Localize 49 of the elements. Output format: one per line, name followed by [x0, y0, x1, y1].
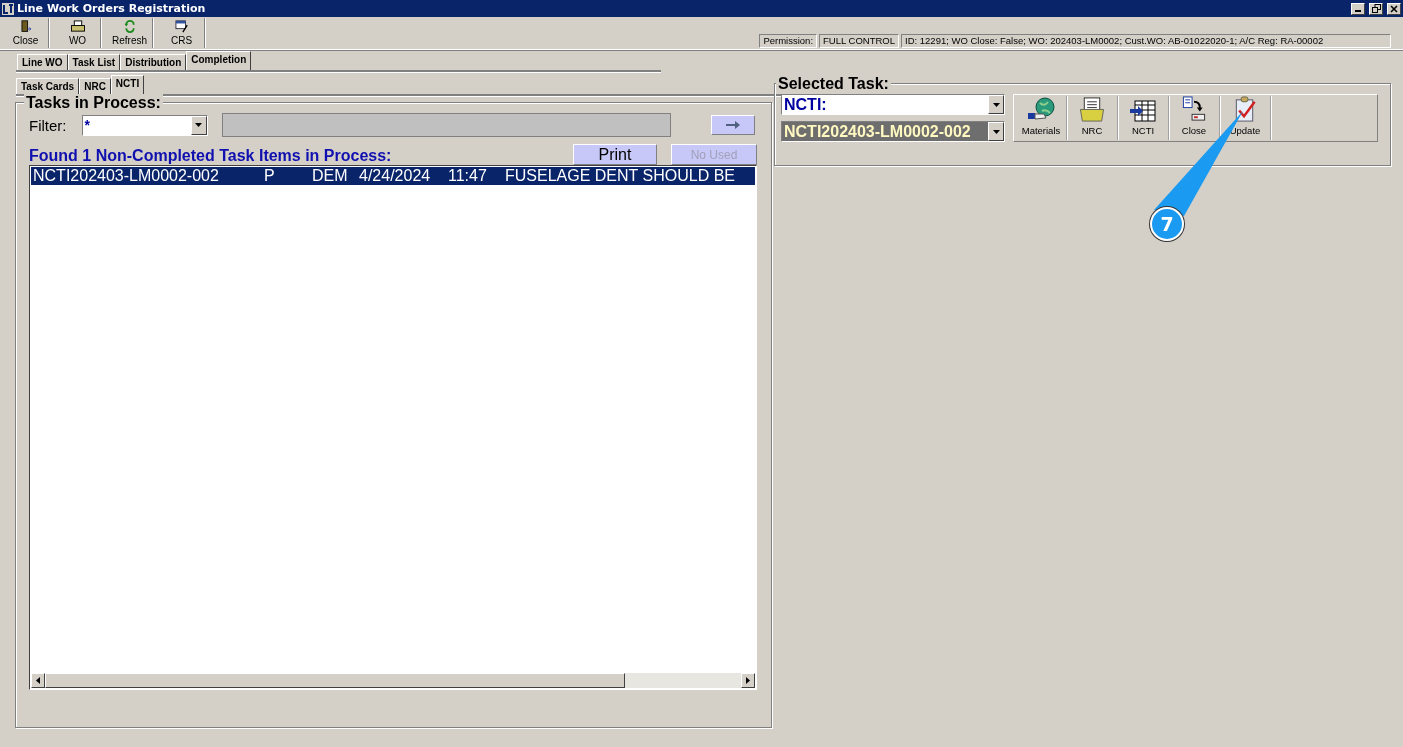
action-button[interactable]: Close — [1169, 96, 1220, 140]
found-count-text: Found 1 Non-Completed Task Items in Process: — [29, 147, 393, 165]
printer-icon — [69, 20, 86, 33]
print-button[interactable]: Print — [573, 144, 657, 165]
toolbar-button[interactable]: WO — [55, 18, 101, 48]
folder-icon — [1078, 96, 1106, 123]
restore-icon — [1371, 4, 1381, 13]
window-title: Line Work Orders Registration — [17, 2, 207, 15]
caret-icon — [992, 129, 1000, 134]
apply-filter-button[interactable] — [710, 115, 755, 135]
caret-icon — [195, 123, 202, 127]
horizontal-scrollbar[interactable] — [31, 673, 755, 688]
tab[interactable]: Line WO — [17, 54, 68, 70]
table-arrow-icon — [1129, 99, 1157, 123]
filter-text-field[interactable] — [221, 113, 671, 137]
tab[interactable]: Task List — [67, 54, 121, 70]
toolbar-button[interactable]: Close — [3, 18, 49, 48]
close-icon — [1390, 4, 1398, 13]
toolbar-button[interactable]: CRS — [159, 18, 205, 48]
tab[interactable]: Task Cards — [16, 78, 80, 94]
globe-hand-icon — [1026, 97, 1056, 123]
door-icon — [18, 20, 33, 33]
action-button[interactable]: NRC — [1067, 96, 1118, 140]
task-type-dropdown[interactable]: NCTI: — [781, 94, 1005, 115]
action-button[interactable]: NCTI — [1118, 96, 1169, 140]
task-dropdown[interactable]: NCTI202403-LM0002-002 — [781, 121, 1005, 142]
scroll-right-icon — [746, 677, 750, 684]
callout-badge: 7 — [1150, 207, 1184, 241]
filter-label: Filter: — [29, 116, 67, 134]
close-button[interactable] — [1387, 2, 1401, 15]
minimize-button[interactable] — [1351, 2, 1365, 15]
permission-label: Permission: — [759, 34, 818, 48]
caret-icon — [992, 102, 1000, 107]
tab[interactable]: Distribution — [120, 54, 187, 70]
restore-button[interactable] — [1369, 2, 1383, 15]
refresh-icon — [122, 20, 137, 33]
work-order-info: ID: 12291; WO Close: False; WO: 202403-LM0002; Cust.WO: AB-01022020-1; A/C Reg: RA-00002 — [901, 34, 1391, 48]
action-button[interactable]: Materials — [1016, 96, 1067, 140]
arrow-right-icon — [725, 121, 740, 129]
scroll-left-icon — [36, 677, 40, 684]
toolbar-button[interactable]: Refresh — [107, 18, 153, 48]
tab[interactable]: NCTI — [110, 75, 145, 94]
tab[interactable]: NRC — [79, 78, 111, 94]
form-icon — [173, 20, 190, 33]
minimize-icon — [1355, 10, 1361, 12]
permission-value: FULL CONTROL — [819, 34, 899, 48]
filter-dropdown[interactable]: * — [81, 114, 208, 136]
task-row[interactable]: NCTI202403-LM0002-002 P DEM 4/24/2024 11:47 FUSELAGE DENT SHOULD BE — [31, 167, 755, 185]
tab[interactable]: Completion — [186, 51, 252, 70]
